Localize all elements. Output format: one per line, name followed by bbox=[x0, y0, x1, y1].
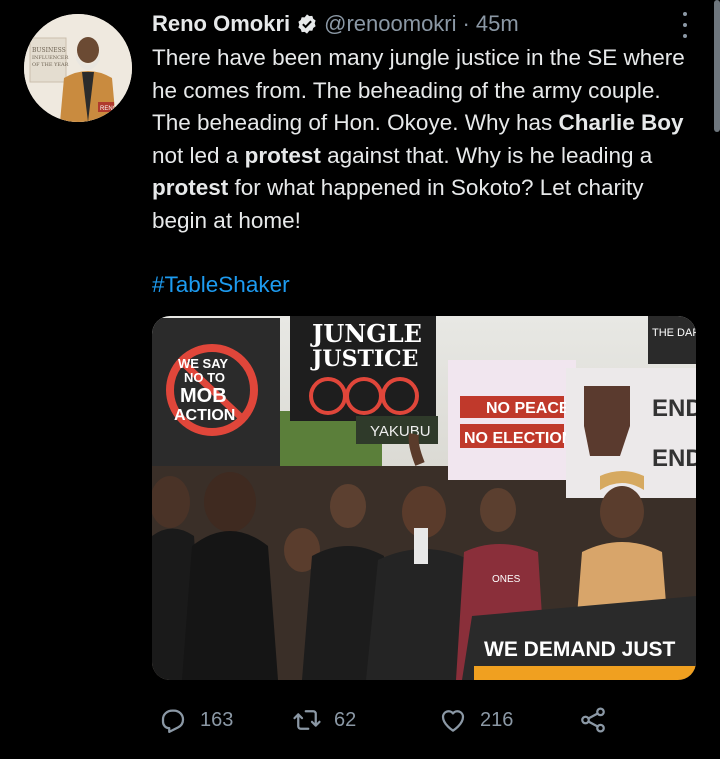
more-options-icon[interactable] bbox=[680, 12, 690, 38]
reply-icon bbox=[161, 709, 185, 733]
author-avatar[interactable]: BUSINESS INFLUENCER OF THE YEAR RENO bbox=[24, 14, 132, 122]
sign-text: THE DAR bbox=[652, 327, 696, 339]
sign-text: END bbox=[652, 395, 696, 422]
sign-text: JUNGLE bbox=[310, 319, 422, 348]
sign-no-peace: NO PEACE NO ELECTION bbox=[448, 360, 576, 480]
tweet-timestamp[interactable]: 45m bbox=[476, 11, 519, 37]
author-handle[interactable]: @renoomokri bbox=[324, 11, 456, 37]
sign-text: NO ELECTION bbox=[464, 430, 573, 447]
sign-text: NO PEACE bbox=[486, 400, 570, 417]
sign-jungle-justice: JUNGLE JUSTICE bbox=[290, 316, 436, 421]
retweet-count: 62 bbox=[334, 708, 357, 731]
reply-count: 163 bbox=[200, 708, 234, 731]
sign-dark: THE DAR bbox=[648, 316, 696, 364]
bold-word-protest: protest bbox=[244, 142, 321, 168]
tweet-text: There have been many jungle justice in t… bbox=[152, 42, 702, 237]
sign-text: NO TO bbox=[184, 370, 225, 385]
avatar-badge: RENO bbox=[100, 106, 118, 112]
hashtag-link[interactable]: #TableShaker bbox=[152, 272, 290, 298]
tweet-text-segment: not led a bbox=[152, 142, 245, 168]
sign-text: END bbox=[652, 445, 696, 472]
share-button[interactable] bbox=[578, 705, 608, 735]
sign-mob-action: WE SAY NO TO MOB ACTION bbox=[152, 318, 280, 466]
author-name[interactable]: Reno Omokri bbox=[152, 11, 290, 37]
tweet-actions: 163 62 216 bbox=[152, 700, 672, 740]
like-count: 216 bbox=[480, 708, 514, 731]
sign-text: JUSTICE bbox=[310, 346, 418, 372]
tweet-header: Reno Omokri @renoomokri · 45m bbox=[152, 8, 680, 40]
sign-text: MOB bbox=[180, 385, 227, 407]
header-separator: · bbox=[462, 11, 470, 36]
reply-button[interactable]: 163 bbox=[158, 705, 233, 735]
tweet-text-segment: against that. Why is he leading a bbox=[320, 142, 653, 168]
verified-badge-icon bbox=[298, 14, 316, 34]
avatar-text-1: BUSINESS bbox=[32, 47, 66, 54]
heart-icon bbox=[441, 710, 465, 732]
sign-text: WE DEMAND JUST bbox=[484, 638, 676, 661]
sign-text: ONES bbox=[492, 574, 521, 585]
bold-mention-charlie-boy: Charlie Boy bbox=[558, 110, 684, 135]
retweet-button[interactable]: 62 bbox=[292, 705, 356, 735]
avatar-text-2: INFLUENCER bbox=[32, 55, 69, 61]
share-icon bbox=[581, 707, 605, 733]
bold-word-protest: protest bbox=[152, 175, 229, 200]
avatar-text-3: OF THE YEAR bbox=[32, 62, 69, 68]
like-button[interactable]: 216 bbox=[438, 705, 513, 735]
tweet-photo[interactable]: WE SAY NO TO MOB ACTION JUNGLE JUSTICE Y… bbox=[152, 316, 696, 680]
sign-text: ACTION bbox=[174, 407, 235, 424]
scrollbar[interactable] bbox=[714, 0, 720, 132]
sign-yakubu: YAKUBU bbox=[356, 416, 438, 444]
retweet-icon bbox=[293, 710, 321, 730]
sign-text: YAKUBU bbox=[370, 423, 431, 440]
sign-text: WE SAY bbox=[178, 356, 228, 371]
